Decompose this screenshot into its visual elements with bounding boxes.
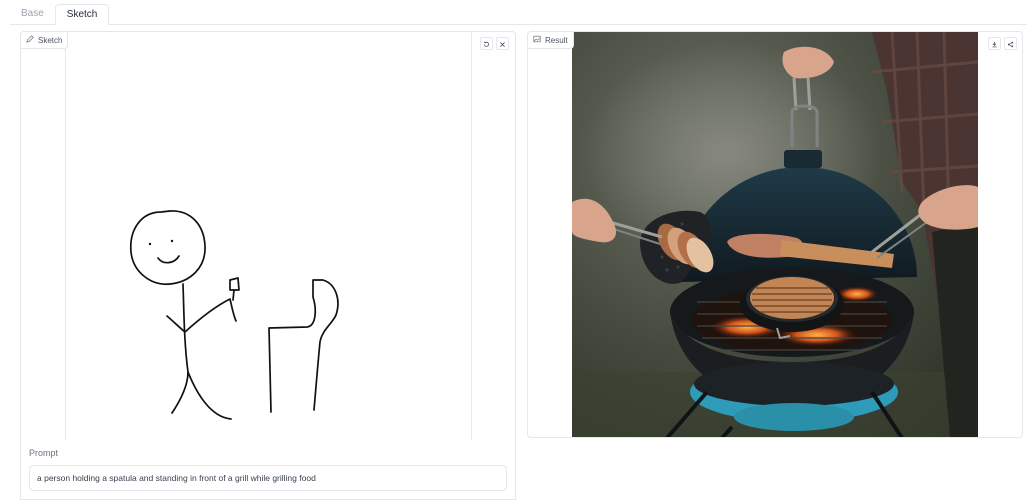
sketch-label: Sketch (21, 32, 69, 49)
sketch-panel: Sketch (20, 31, 516, 441)
image-icon (533, 35, 541, 45)
result-label: Result (528, 32, 574, 49)
prompt-block: Prompt (20, 440, 516, 500)
prompt-input[interactable] (29, 465, 507, 491)
download-icon (991, 35, 998, 53)
tab-divider (10, 24, 1027, 25)
share-icon (1007, 35, 1014, 53)
share-button[interactable] (1004, 37, 1017, 50)
prompt-label: Prompt (29, 448, 59, 458)
close-icon (499, 35, 506, 53)
sketch-canvas[interactable] (65, 32, 472, 440)
undo-button[interactable] (480, 37, 493, 50)
clear-button[interactable] (496, 37, 509, 50)
result-image (572, 32, 978, 437)
tab-sketch[interactable]: Sketch (54, 4, 110, 25)
sketch-drawing (130, 210, 339, 420)
grill-photo (572, 32, 978, 437)
undo-icon (483, 35, 490, 53)
result-panel: Result (527, 31, 1023, 438)
download-button[interactable] (988, 37, 1001, 50)
tab-bar: Base Sketch (10, 4, 110, 25)
sketch-label-text: Sketch (38, 35, 63, 45)
tab-base[interactable]: Base (10, 4, 55, 25)
result-label-text: Result (545, 35, 568, 45)
pencil-icon (26, 35, 34, 45)
